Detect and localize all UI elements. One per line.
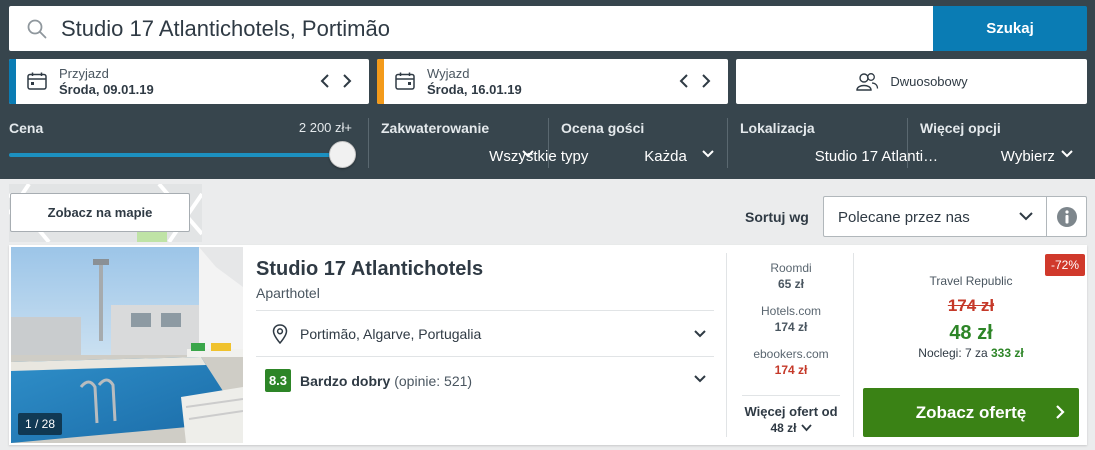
deal-provider: Hotels.com [760, 304, 822, 318]
checkin-date-field[interactable]: Przyjazd Środa, 09.01.19 [9, 59, 369, 104]
location-pin-icon [272, 324, 288, 344]
hotel-location-row[interactable]: Portimão, Algarve, Portugalia [272, 324, 481, 344]
divider [726, 253, 727, 437]
price-slider-handle[interactable] [329, 141, 356, 168]
chevron-down-icon [1019, 212, 1033, 221]
guest-rating-filter-title: Ocena gości [561, 120, 645, 136]
filter-divider [907, 118, 908, 168]
sort-info-button[interactable] [1046, 196, 1087, 237]
location-filter[interactable]: Lokalizacja Studio 17 Atlanti… [740, 120, 938, 168]
divider [853, 253, 854, 437]
deal-item[interactable]: ebookers.com 174 zł [736, 347, 846, 377]
deal-provider: ebookers.com [753, 347, 829, 361]
view-deal-label: Zobacz ofertę [915, 402, 1027, 422]
search-button[interactable]: Szukaj [933, 6, 1087, 51]
search-icon [27, 19, 47, 38]
filter-divider [368, 118, 369, 168]
checkin-label: Przyjazd [59, 66, 109, 81]
hotel-rating-row[interactable]: 8.3 Bardzo dobry (opinie: 521) [265, 369, 472, 392]
location-filter-title: Lokalizacja [740, 120, 815, 136]
divider [256, 310, 714, 311]
filter-divider [727, 118, 728, 168]
rating-badge: 8.3 [265, 369, 291, 392]
divider [256, 356, 714, 357]
price-slider-track[interactable] [9, 153, 336, 157]
more-options-filter[interactable]: Więcej opcji Wybierz [920, 120, 1074, 168]
room-type-label: Dwuosobowy [890, 74, 968, 89]
calendar-icon [395, 72, 415, 90]
deal-item[interactable]: Roomdi 65 zł [736, 261, 846, 291]
sort-label: Sortuj wg [745, 209, 809, 225]
accommodation-filter[interactable]: Zakwaterowanie Wszystkie typy [381, 120, 588, 168]
divider [742, 395, 840, 396]
more-offers-label: Więcej ofert od [744, 404, 838, 419]
guest-rating-filter-value: Każda [644, 148, 687, 165]
prev-date-icon[interactable] [679, 73, 689, 89]
price-max-label: 2 200 zł+ [298, 120, 352, 135]
best-price: 48 zł [949, 322, 993, 344]
hotel-type: Aparthotel [256, 285, 320, 301]
filter-divider [548, 118, 549, 168]
checkin-value: Środa, 09.01.19 [59, 82, 154, 97]
rating-count: (opinie: 521) [394, 372, 473, 389]
more-options-filter-title: Więcej opcji [920, 120, 1001, 136]
checkout-date-field[interactable]: Wyjazd Środa, 16.01.19 [377, 59, 728, 104]
chevron-down-icon [522, 150, 534, 158]
hotel-name[interactable]: Studio 17 Atlantichotels [256, 258, 483, 281]
view-deal-button[interactable]: Zobacz ofertę [863, 388, 1079, 437]
hotel-result-card: 1 / 28 Studio 17 Atlantichotels Aparthot… [9, 245, 1087, 445]
chevron-down-icon [702, 150, 714, 158]
show-on-map-button[interactable]: Zobacz na mapie [10, 193, 190, 232]
photo-counter: 1 / 28 [18, 413, 63, 435]
chevron-down-icon [1061, 150, 1073, 158]
next-date-icon[interactable] [701, 73, 711, 89]
deal-provider: Roomdi [770, 261, 812, 275]
next-date-icon[interactable] [342, 73, 352, 89]
hotel-location-text: Portimão, Algarve, Portugalia [300, 326, 482, 342]
old-price: 174 zł [947, 296, 995, 315]
deal-item[interactable]: Hotels.com 174 zł [736, 304, 846, 334]
chevron-down-icon [800, 424, 812, 432]
price-filter: Cena 2 200 zł+ [9, 120, 354, 168]
deal-price: 174 zł [774, 320, 808, 334]
chevron-down-icon[interactable] [693, 374, 707, 384]
sort-select[interactable]: Polecane przez nas [823, 196, 1047, 237]
sort-select-value: Polecane przez nas [838, 209, 970, 226]
more-offers-button[interactable]: Więcej ofert od 48 zł [736, 404, 846, 435]
price-filter-title: Cena [9, 120, 44, 136]
prev-date-icon[interactable] [320, 73, 330, 89]
checkout-value: Środa, 16.01.19 [427, 82, 522, 97]
rating-label: Bardzo dobry [300, 372, 391, 389]
nights-total-price: 333 zł [991, 346, 1024, 360]
calendar-icon [27, 72, 47, 90]
nights-prefix: Noclegi: 7 za [918, 346, 991, 360]
guest-rating-filter[interactable]: Ocena gości Każda [561, 120, 715, 168]
info-icon [1056, 206, 1077, 227]
room-type-selector[interactable]: Dwuosobowy [736, 59, 1087, 104]
checkout-label: Wyjazd [427, 66, 470, 81]
guests-icon [856, 72, 879, 91]
search-input[interactable]: Studio 17 Atlantichotels, Portimão [9, 6, 933, 51]
search-query: Studio 17 Atlantichotels, Portimão [61, 15, 390, 41]
deal-price: 174 zł [774, 363, 808, 377]
discount-badge: -72% [1045, 254, 1086, 276]
checkout-strip [377, 59, 384, 104]
more-options-filter-value: Wybierz [1000, 148, 1055, 165]
accommodation-filter-title: Zakwaterowanie [381, 120, 490, 136]
best-deal-provider: Travel Republic [929, 274, 1013, 288]
nights-total: Noclegi: 7 za 333 zł [863, 346, 1079, 360]
more-offers-price: 48 zł [770, 421, 797, 435]
chevron-down-icon[interactable] [693, 329, 707, 339]
checkin-strip [9, 59, 16, 104]
chevron-right-icon [1056, 405, 1065, 419]
hotel-photo[interactable]: 1 / 28 [11, 247, 243, 443]
deal-price: 65 zł [777, 277, 804, 291]
